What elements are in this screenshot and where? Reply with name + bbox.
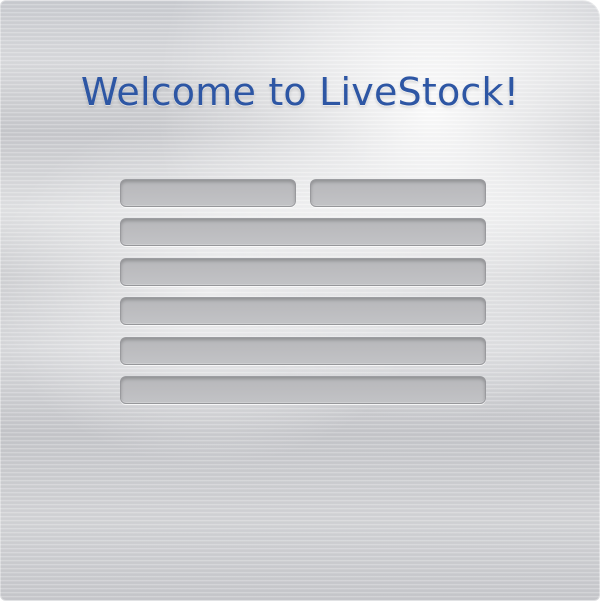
form-field-4[interactable] xyxy=(120,258,486,286)
form-field-6[interactable] xyxy=(120,337,486,365)
form-field-5[interactable] xyxy=(120,297,486,325)
form-field-1[interactable] xyxy=(120,179,296,207)
form-field-2[interactable] xyxy=(310,179,486,207)
form-field-3[interactable] xyxy=(120,218,486,246)
page-title: Welcome to LiveStock! xyxy=(80,70,520,114)
welcome-panel: Welcome to LiveStock! xyxy=(0,0,600,601)
form-field-7[interactable] xyxy=(120,376,486,404)
